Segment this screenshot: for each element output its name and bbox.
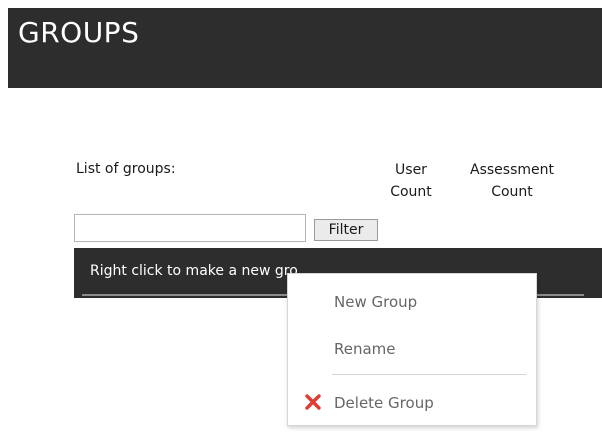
menu-separator [332,374,526,375]
menu-item-label: Rename [334,340,396,358]
menu-item-label: Delete Group [334,394,434,412]
groups-page: GROUPS List of groups: User Count Assess… [0,0,602,434]
filter-input[interactable] [74,214,306,242]
menu-item-new-group[interactable]: New Group [288,282,536,322]
page-title: GROUPS [18,16,140,49]
user-count-column-header[interactable]: User Count [378,159,444,203]
filter-button[interactable]: Filter [314,219,378,241]
menu-item-delete-group[interactable]: Delete Group [288,383,536,423]
groups-list-hint: Right click to make a new gro [90,263,298,279]
menu-item-label: New Group [334,293,418,311]
header-bar: GROUPS [8,8,602,88]
list-of-groups-label: List of groups: [76,161,176,177]
menu-item-rename[interactable]: Rename [288,329,536,369]
assessment-count-column-header[interactable]: Assessment Count [452,159,572,203]
context-menu: New Group Rename Delete Group [287,273,537,426]
red-x-icon [303,391,323,413]
